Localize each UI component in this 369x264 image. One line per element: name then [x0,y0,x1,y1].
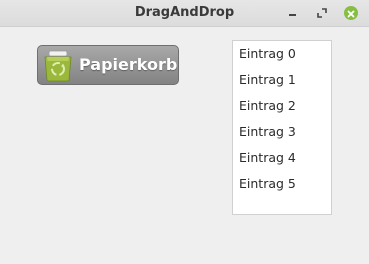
close-button[interactable] [341,3,361,23]
maximize-icon [317,8,327,18]
minimize-button[interactable] [283,3,303,23]
entry-list[interactable]: Eintrag 0 Eintrag 1 Eintrag 2 Eintrag 3 … [232,40,332,215]
minimize-icon [289,14,296,16]
list-item[interactable]: Eintrag 4 [233,145,331,171]
title-bar[interactable]: DragAndDrop [0,0,369,27]
recycle-bin-icon [44,50,72,82]
list-item[interactable]: Eintrag 3 [233,119,331,145]
trash-label: Papierkorb [79,55,178,74]
app-window: DragAndDrop Papierkorb Eintrag 0 Eintrag… [0,0,369,264]
maximize-button[interactable] [312,3,332,23]
list-item[interactable]: Eintrag 5 [233,171,331,197]
list-item[interactable]: Eintrag 0 [233,41,331,67]
trash-drop-target[interactable]: Papierkorb [37,45,179,85]
close-icon [344,6,358,20]
list-item[interactable]: Eintrag 2 [233,93,331,119]
list-item[interactable]: Eintrag 1 [233,67,331,93]
